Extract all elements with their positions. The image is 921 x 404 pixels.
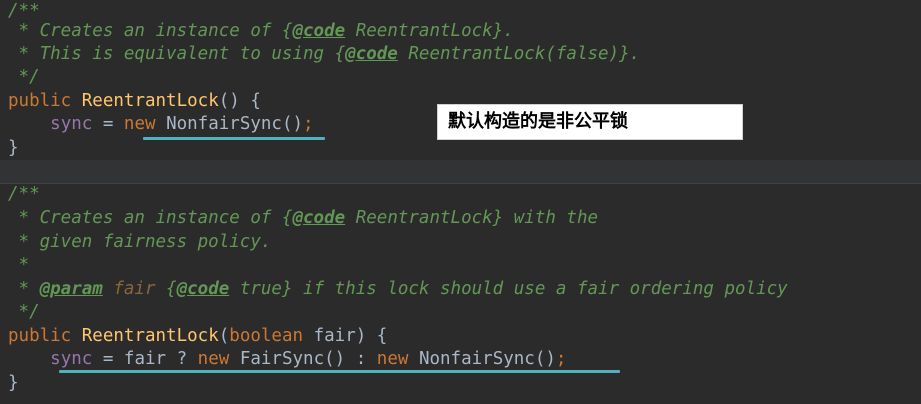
- javadoc-line: * This is equivalent to using {@code Ree…: [8, 44, 641, 64]
- field-sync: sync: [50, 349, 93, 369]
- code-editor[interactable]: /** * Creates an instance of {@code Reen…: [0, 0, 921, 404]
- param-tag: @param: [39, 279, 103, 299]
- javadoc-param-line: * @param fair {@code true} if this lock …: [8, 279, 788, 299]
- annotation-callout: 默认构造的是非公平锁: [437, 104, 743, 140]
- method-name: ReentrantLock: [81, 91, 219, 111]
- highlight-underline: [59, 370, 620, 373]
- code-tag: @code: [292, 21, 346, 41]
- javadoc-line: *: [8, 255, 30, 275]
- javadoc-line: * Creates an instance of {@code Reentran…: [8, 208, 599, 228]
- method-name: ReentrantLock: [81, 326, 219, 346]
- field-sync: sync: [50, 114, 93, 134]
- javadoc-line: * given fairness policy.: [8, 232, 272, 252]
- constructor-body-line: sync = fair ? new FairSync() : new Nonfa…: [50, 349, 567, 369]
- constructor-signature: public ReentrantLock(boolean fair) {: [8, 326, 388, 346]
- constructor-signature: public ReentrantLock() {: [8, 91, 261, 111]
- closing-brace: }: [8, 373, 19, 393]
- closing-brace: }: [8, 138, 19, 158]
- method-separator: [0, 160, 921, 184]
- constructor-body-line: sync = new NonfairSync();: [50, 114, 314, 134]
- code-tag: @code: [176, 279, 230, 299]
- javadoc-open: /**: [8, 184, 40, 204]
- javadoc-line: * Creates an instance of {@code Reentran…: [8, 21, 514, 41]
- highlight-underline: [143, 137, 325, 140]
- javadoc-close: */: [8, 302, 40, 322]
- javadoc-close: */: [8, 67, 40, 87]
- code-tag: @code: [292, 208, 346, 228]
- code-tag: @code: [345, 44, 398, 64]
